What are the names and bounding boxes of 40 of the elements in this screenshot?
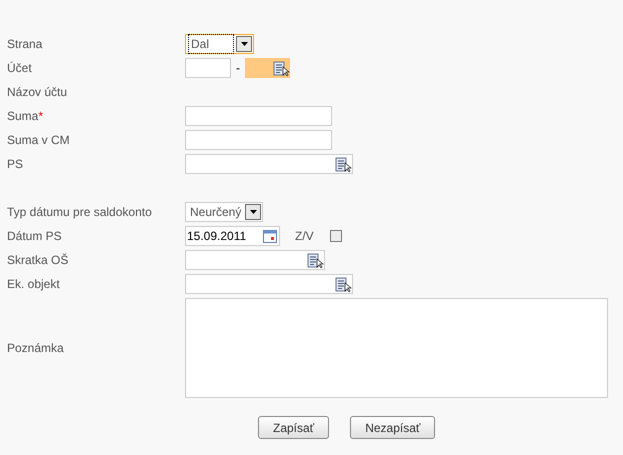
field-label: Ek. objekt (7, 277, 60, 291)
form-button[interactable]: Nezapísať (350, 416, 436, 439)
lookup-icon[interactable] (335, 156, 352, 172)
input-field[interactable] (185, 58, 231, 78)
caret-icon (250, 210, 257, 214)
separator-text: - (236, 60, 240, 77)
field-label: PS (7, 157, 24, 171)
field-label: Účet (7, 61, 32, 75)
field-label: Skratka OŠ (7, 253, 68, 267)
checkbox[interactable] (330, 230, 342, 242)
field-label: Typ dátumu pre saldokonto (7, 205, 152, 219)
calendar-icon[interactable] (263, 230, 277, 242)
field-label: Strana (7, 37, 42, 51)
dropdown-button[interactable] (245, 204, 262, 220)
select-field[interactable]: Dal (185, 34, 254, 54)
lookup-field[interactable] (185, 250, 325, 270)
z-v-label: Z/V (295, 228, 314, 245)
input-field[interactable] (185, 130, 332, 150)
field-label: Poznámka (7, 341, 64, 355)
form-button[interactable]: Zapísať (258, 416, 330, 439)
lookup-field[interactable] (185, 154, 353, 174)
select-value: Dal (188, 34, 234, 54)
lookup-icon[interactable] (273, 60, 290, 76)
note-field[interactable] (185, 298, 608, 398)
select-field[interactable]: Neurčený (185, 202, 264, 222)
select-value: Neurčený (189, 204, 242, 221)
caret-icon (240, 42, 248, 46)
dropdown-button[interactable] (236, 36, 252, 52)
account-field[interactable] (245, 58, 290, 78)
field-label: Názov účtu (7, 85, 68, 99)
lookup-icon[interactable] (335, 276, 352, 292)
lookup-field[interactable] (185, 274, 353, 294)
lookup-icon[interactable] (307, 252, 324, 268)
required-mark: * (38, 109, 44, 123)
date-value: 15.09.2011 (187, 228, 246, 245)
input-field[interactable] (185, 106, 332, 126)
field-label: Suma v CM (7, 133, 70, 147)
field-label: Suma (7, 109, 38, 123)
date-field[interactable]: 15.09.2011 (185, 226, 280, 246)
field-label: Dátum PS (7, 229, 62, 243)
